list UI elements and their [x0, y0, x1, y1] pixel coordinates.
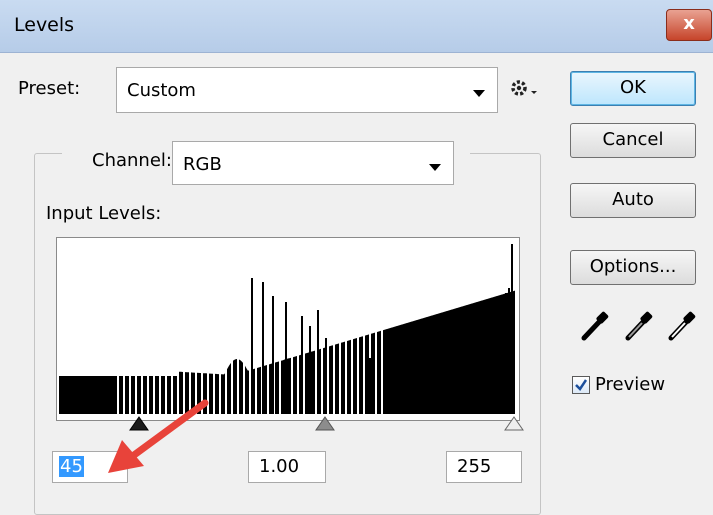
histogram-gap [237, 238, 239, 414]
histogram-gap [381, 238, 383, 414]
histogram-gap [327, 238, 329, 414]
histogram-spike [505, 293, 507, 414]
histogram-spike [301, 316, 303, 414]
histogram-spike [501, 300, 503, 414]
histogram-gap [345, 238, 347, 414]
histogram-gap [297, 238, 299, 414]
options-button[interactable]: Options... [570, 250, 696, 285]
histogram-gap [321, 238, 323, 414]
white-point-slider[interactable] [503, 416, 525, 432]
histogram-spike [349, 360, 351, 414]
histogram-spike [309, 326, 311, 414]
histogram-gap [249, 238, 251, 414]
histogram-spike [508, 288, 510, 414]
histogram-spike [412, 384, 414, 414]
cancel-button[interactable]: Cancel [570, 123, 696, 158]
white-point-eyedropper-icon[interactable] [665, 310, 699, 342]
chevron-down-icon [473, 90, 485, 97]
white-input-value: 255 [457, 456, 492, 477]
histogram-gap [315, 238, 317, 414]
histogram-spike [359, 368, 361, 414]
histogram-gap [255, 238, 257, 414]
black-point-eyedropper-icon[interactable] [578, 310, 612, 342]
preview-label: Preview [595, 374, 666, 395]
histogram-spike [493, 316, 495, 414]
preview-checkbox[interactable] [572, 376, 590, 394]
histogram-spike [317, 310, 319, 414]
histogram-gap [279, 238, 281, 414]
preset-value: Custom [127, 80, 196, 101]
histogram-spike [336, 350, 338, 414]
histogram-spike [487, 342, 489, 414]
histogram-spike [391, 366, 393, 414]
annotation-arrow [108, 399, 209, 473]
histogram-gap [303, 238, 305, 414]
channel-value: RGB [183, 154, 222, 175]
channel-dropdown[interactable]: RGB [172, 141, 454, 185]
input-levels-label: Input Levels: [46, 203, 162, 224]
black-input-value: 45 [59, 456, 84, 477]
histogram-gap [339, 238, 341, 414]
preset-label: Preset: [18, 78, 81, 99]
histogram-gap [351, 238, 353, 414]
chevron-down-icon [429, 164, 441, 171]
histogram-gap [243, 238, 245, 414]
histogram-gap [333, 238, 335, 414]
title-bar: Levels x [0, 0, 713, 53]
channel-label: Channel: [92, 150, 172, 171]
histogram-gap [375, 238, 377, 414]
histogram-gap [225, 238, 227, 414]
histogram-spike [497, 308, 499, 414]
histogram-spike [455, 372, 457, 414]
histogram-spike [482, 350, 484, 414]
white-input-field[interactable]: 255 [446, 451, 522, 483]
gray-point-eyedropper-icon[interactable] [622, 310, 656, 342]
histogram-spike [272, 296, 274, 414]
histogram-gap [357, 238, 359, 414]
preset-dropdown[interactable]: Custom [116, 67, 498, 113]
close-icon: x [683, 13, 695, 34]
histogram-spike [469, 358, 471, 414]
histogram-spike [262, 282, 264, 414]
histogram-gap [291, 238, 293, 414]
histogram-spike [251, 278, 253, 414]
histogram-spike [369, 358, 371, 414]
midtone-slider[interactable] [314, 416, 336, 432]
histogram-spike [447, 378, 449, 414]
histogram-spike [285, 302, 287, 414]
auto-button[interactable]: Auto [570, 183, 696, 218]
histogram-spike [379, 372, 381, 414]
histogram-spike [325, 338, 327, 414]
histogram-gap [231, 238, 233, 414]
histogram-spike [399, 362, 401, 414]
close-button[interactable]: x [666, 9, 712, 41]
ok-button[interactable]: OK [570, 71, 696, 106]
histogram-gap [363, 238, 365, 414]
checkmark-icon [575, 379, 588, 391]
gear-icon[interactable] [509, 76, 539, 100]
histogram-gap [267, 238, 269, 414]
gamma-input-value: 1.00 [259, 456, 300, 477]
gamma-input-field[interactable]: 1.00 [248, 451, 326, 483]
histogram-spike [511, 244, 513, 414]
histogram-spike [429, 374, 431, 414]
histogram-spike [343, 346, 345, 414]
window-title: Levels [14, 14, 75, 36]
